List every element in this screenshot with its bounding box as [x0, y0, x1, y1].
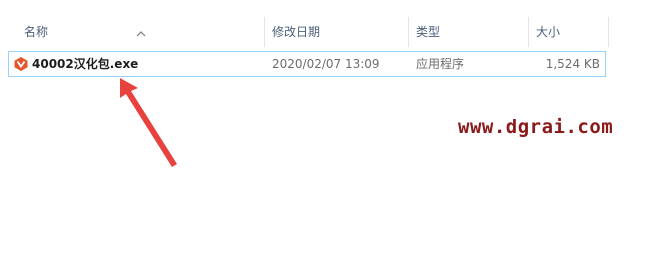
column-header-row: 名称 修改日期 类型 大小 [0, 17, 661, 47]
column-divider[interactable] [528, 17, 529, 47]
file-type: 应用程序 [416, 57, 465, 71]
file-name[interactable]: 40002汉化包.exe [32, 52, 138, 76]
file-modified-date: 2020/02/07 13:09 [272, 57, 380, 71]
file-row[interactable]: 40002汉化包.exe 2020/02/07 13:09 应用程序 1,524… [8, 51, 606, 77]
sort-ascending-icon [136, 31, 146, 37]
column-header-name[interactable]: 名称 [24, 17, 48, 47]
column-header-size[interactable]: 大小 [536, 17, 560, 47]
file-explorer-view: 名称 修改日期 类型 大小 40002汉化包.exe 2020/02/07 13… [0, 0, 661, 274]
annotation-arrow-icon [120, 78, 177, 167]
file-size: 1,524 KB [545, 57, 600, 71]
column-header-type[interactable]: 类型 [416, 17, 440, 47]
column-header-date[interactable]: 修改日期 [272, 17, 320, 47]
column-divider[interactable] [408, 17, 409, 47]
watermark: www.dgrai.com [458, 116, 614, 138]
column-divider[interactable] [264, 17, 265, 47]
column-divider[interactable] [608, 17, 609, 47]
app-icon [14, 57, 28, 71]
